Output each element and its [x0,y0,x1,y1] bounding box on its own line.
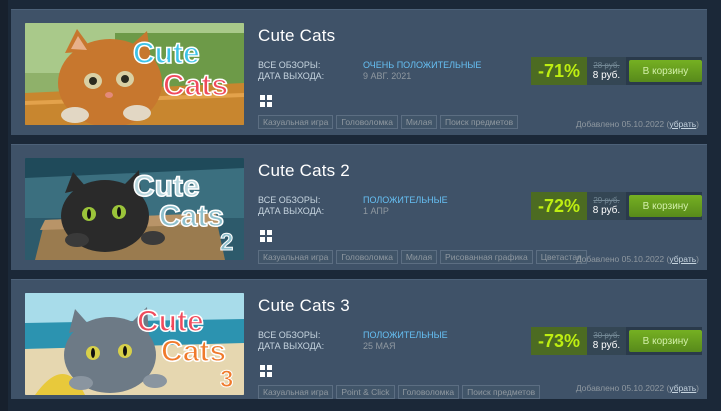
tag[interactable]: Казуальная игра [258,250,334,264]
release-date: 9 АВГ. 2021 [363,71,412,81]
tag-list: Казуальная игра Point & Click Головоломк… [258,385,541,399]
discount-percent: -73% [531,327,587,355]
windows-icon [260,95,272,107]
reviews-label: ВСЕ ОБЗОРЫ: [258,330,321,340]
add-to-cart-button[interactable]: В корзину [629,195,702,217]
capsule-logo-number: 3 [220,366,233,393]
original-price: 29 руб. [593,195,620,205]
tag-list: Казуальная игра Головоломка Милая Рисова… [258,250,587,264]
price-block: 29 руб. 8 руб. [587,192,626,220]
tag[interactable]: Головоломка [336,250,398,264]
left-gutter [0,0,8,411]
capsule-logo-line-2: Cats [161,335,226,368]
wishlist-row[interactable]: Cute Cats Cute Cats ВСЕ ОБЗОРЫ: ОЧЕНЬ ПОЛ… [11,9,707,135]
review-summary: ВСЕ ОБЗОРЫ: ОЧЕНЬ ПОЛОЖИТЕЛЬНЫЕ ДАТА ВЫХО… [258,60,481,82]
remove-link[interactable]: убрать [669,383,696,393]
price-block: 28 руб. 8 руб. [587,57,626,85]
reviews-value[interactable]: ОЧЕНЬ ПОЛОЖИТЕЛЬНЫЕ [363,60,481,71]
tag[interactable]: Казуальная игра [258,115,334,129]
tag[interactable]: Поиск предметов [462,385,541,399]
added-text: Добавлено 05.10.2022 [575,119,665,129]
capsule-logo-line-1: Cute [133,37,200,70]
release-date: 25 МАЯ [363,341,396,351]
game-title[interactable]: Cute Cats 2 [258,161,350,181]
add-to-cart-button[interactable]: В корзину [629,330,702,352]
discount-percent: -72% [531,192,587,220]
tag-list: Казуальная игра Головоломка Милая Поиск … [258,115,519,129]
tag[interactable]: Казуальная игра [258,385,334,399]
tag[interactable]: Point & Click [336,385,395,399]
final-price: 8 руб. [592,204,621,216]
windows-icon [260,230,272,242]
original-price: 30 руб. [593,330,620,340]
tag[interactable]: Поиск предметов [440,115,519,129]
price-block: 30 руб. 8 руб. [587,327,626,355]
purchase-block: -72% 29 руб. 8 руб. В корзину [531,192,702,220]
purchase-block: -71% 28 руб. 8 руб. В корзину [531,57,702,85]
release-label: ДАТА ВЫХОДА: [258,71,325,81]
tag[interactable]: Головоломка [397,385,460,399]
windows-icon [260,365,272,377]
added-date: Добавлено 05.10.2022 (убрать) [575,119,699,129]
remove-link[interactable]: убрать [669,119,696,129]
added-text: Добавлено 05.10.2022 [575,254,665,264]
wishlist-row[interactable]: Cute Cats 2 Cute Cats 2 ВСЕ ОБЗОРЫ: ПОЛОЖ… [11,144,707,270]
add-to-cart-button[interactable]: В корзину [629,60,702,82]
review-summary: ВСЕ ОБЗОРЫ: ПОЛОЖИТЕЛЬНЫЕ ДАТА ВЫХОДА: 1 А… [258,195,448,217]
game-title[interactable]: Cute Cats 3 [258,296,350,316]
capsule-logo-line-2: Cats [159,200,224,233]
wishlist: Cute Cats Cute Cats ВСЕ ОБЗОРЫ: ОЧЕНЬ ПОЛ… [11,9,707,408]
added-date: Добавлено 05.10.2022 (убрать) [575,383,699,393]
release-label: ДАТА ВЫХОДА: [258,206,325,216]
tag[interactable]: Рисованная графика [440,250,533,264]
original-price: 28 руб. [593,60,620,70]
capsule-logo-line-2: Cats [163,69,228,102]
wishlist-row[interactable]: Cute Cats 3 Cute Cats 3 ВСЕ ОБЗОРЫ: ПОЛОЖ… [11,279,707,399]
game-title[interactable]: Cute Cats [258,26,335,46]
purchase-block: -73% 30 руб. 8 руб. В корзину [531,327,702,355]
reviews-label: ВСЕ ОБЗОРЫ: [258,195,321,205]
game-capsule-image[interactable]: Cute Cats [25,23,244,125]
remove-link[interactable]: убрать [669,254,696,264]
release-date: 1 АПР [363,206,389,216]
final-price: 8 руб. [592,69,621,81]
capsule-logo-number: 2 [220,229,233,256]
game-capsule-image[interactable]: Cute Cats 2 [25,158,244,260]
tag[interactable]: Милая [400,115,438,129]
scrollbar-track[interactable] [711,0,721,411]
game-capsule-image[interactable]: Cute Cats 3 [25,293,244,395]
capsule-logo-line-1: Cute [133,170,200,203]
final-price: 8 руб. [592,339,621,351]
capsule-logo-line-1: Cute [137,305,204,338]
discount-percent: -71% [531,57,587,85]
added-text: Добавлено 05.10.2022 [575,383,665,393]
reviews-value[interactable]: ПОЛОЖИТЕЛЬНЫЕ [363,195,448,206]
tag[interactable]: Милая [400,250,438,264]
review-summary: ВСЕ ОБЗОРЫ: ПОЛОЖИТЕЛЬНЫЕ ДАТА ВЫХОДА: 25 … [258,330,448,352]
added-date: Добавлено 05.10.2022 (убрать) [575,254,699,264]
reviews-value[interactable]: ПОЛОЖИТЕЛЬНЫЕ [363,330,448,341]
reviews-label: ВСЕ ОБЗОРЫ: [258,60,321,70]
release-label: ДАТА ВЫХОДА: [258,341,325,351]
tag[interactable]: Головоломка [336,115,398,129]
